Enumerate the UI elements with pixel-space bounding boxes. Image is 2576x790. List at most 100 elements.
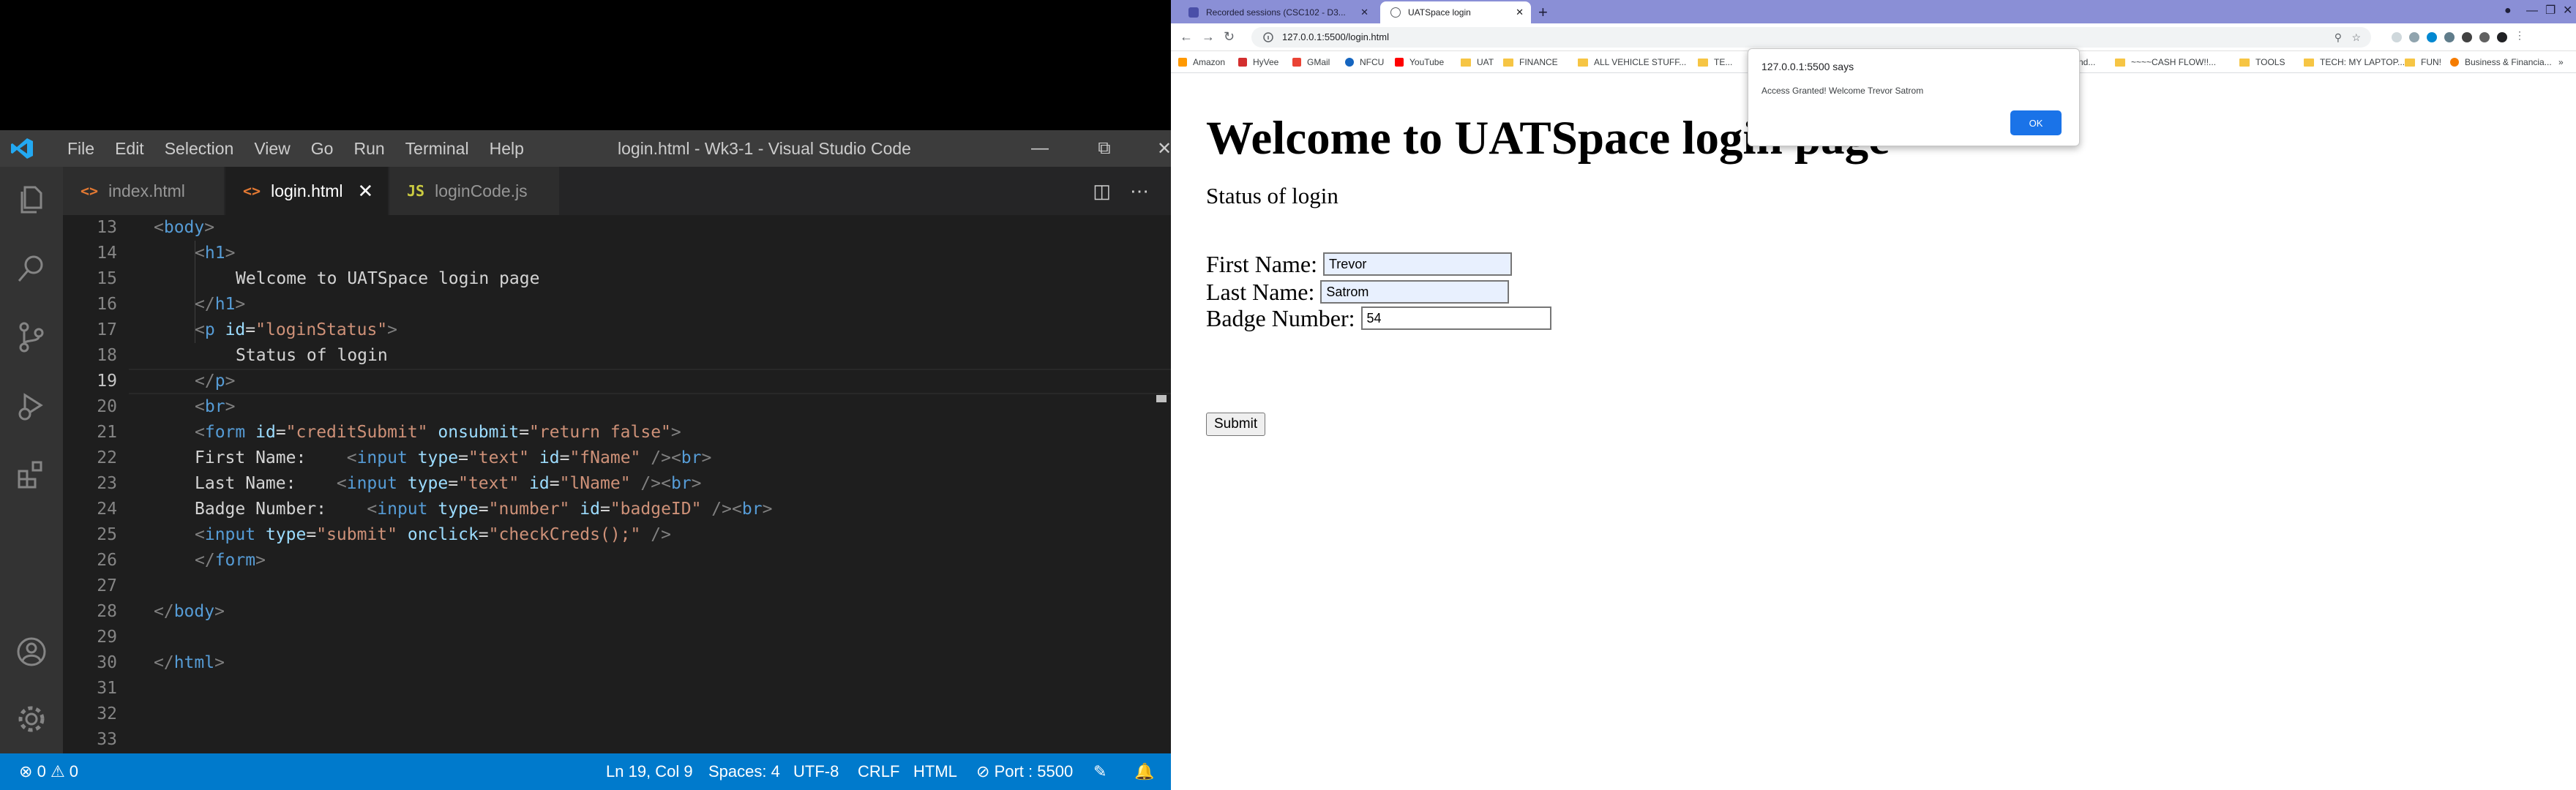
error-icon: ⊗ — [19, 762, 33, 780]
tab-index-html[interactable]: <> index.html — [63, 167, 224, 215]
last-name-input[interactable] — [1320, 280, 1510, 304]
tab-login-html[interactable]: <> login.html ✕ — [225, 167, 388, 215]
encoding[interactable]: UTF-8 — [793, 753, 839, 790]
minimize-icon[interactable]: — — [2526, 0, 2538, 23]
indentation[interactable]: Spaces: 4 — [708, 753, 780, 790]
bookmark-folder-finance[interactable]: FINANCE — [1503, 51, 1558, 73]
bookmark-youtube[interactable]: YouTube — [1395, 51, 1444, 73]
line-number: 26 — [97, 551, 117, 570]
line-number: 23 — [97, 474, 117, 493]
reload-icon[interactable]: ↻ — [1224, 29, 1235, 45]
hyvee-icon — [1238, 58, 1247, 67]
browser-tab-recorded-sessions[interactable]: Recorded sessions (CSC102 - D3... ✕ — [1178, 1, 1376, 23]
extension-icon[interactable] — [2392, 32, 2402, 42]
bookmark-folder-tech[interactable]: TECH: MY LAPTOP... — [2304, 51, 2405, 73]
chrome-window: Recorded sessions (CSC102 - D3... ✕ UATS… — [1171, 0, 2576, 790]
bookmark-folder-cashflow[interactable]: ~~~~CASH FLOW!!... — [2115, 51, 2216, 73]
source-control-icon[interactable] — [15, 320, 48, 354]
reading-list-icon[interactable] — [2479, 32, 2490, 42]
close-tab-icon[interactable]: ✕ — [1516, 7, 1524, 18]
accounts-icon[interactable] — [15, 635, 48, 669]
port-label: Port : 5500 — [994, 762, 1074, 780]
web-page-content: Welcome to UATSpace login page Status of… — [1171, 73, 2576, 790]
run-debug-icon[interactable] — [15, 389, 48, 423]
bell-icon[interactable]: 🔔 — [1134, 753, 1154, 790]
bookmark-amazon[interactable]: Amazon — [1178, 51, 1225, 73]
bookmark-folder-vehicle[interactable]: ALL VEHICLE STUFF... — [1578, 51, 1686, 73]
bookmark-folder-tools[interactable]: TOOLS — [2239, 51, 2285, 73]
menu-help[interactable]: Help — [479, 139, 534, 159]
menu-edit[interactable]: Edit — [105, 139, 154, 159]
menu-file[interactable]: File — [57, 139, 105, 159]
bookmark-nfcu[interactable]: NFCU — [1345, 51, 1384, 73]
restore-icon[interactable]: ❐ — [2545, 0, 2556, 23]
menu-run[interactable]: Run — [343, 139, 394, 159]
first-name-input[interactable] — [1322, 252, 1512, 276]
profile-icon[interactable]: ● — [2504, 0, 2519, 23]
menu-terminal[interactable]: Terminal — [395, 139, 479, 159]
problems-indicator[interactable]: ⊗ 0 ⚠ 0 — [19, 753, 78, 790]
line-number-gutter: 13 14 15 16 17 18 19 20 21 22 23 24 25 2… — [63, 215, 129, 753]
explorer-icon[interactable] — [15, 183, 48, 217]
extension-icon[interactable] — [2409, 32, 2419, 42]
forward-icon[interactable]: → — [1202, 29, 1215, 45]
url-text[interactable]: 127.0.0.1:5500/login.html — [1282, 27, 1389, 48]
menu-view[interactable]: View — [244, 139, 300, 159]
close-icon[interactable]: ✕ — [2563, 0, 2572, 23]
code-editor[interactable]: 13 14 15 16 17 18 19 20 21 22 23 24 25 2… — [63, 215, 1171, 753]
feedback-icon[interactable]: ✎ — [1093, 753, 1107, 790]
folder-icon — [1698, 58, 1708, 67]
bookmark-label: Amazon — [1193, 57, 1226, 67]
line-ending[interactable]: CRLF — [858, 753, 899, 790]
bookmark-business[interactable]: Business & Financia... — [2450, 51, 2552, 73]
warning-count: 0 — [69, 762, 79, 780]
bookmark-folder-uat[interactable]: UAT — [1461, 51, 1494, 73]
menu-go[interactable]: Go — [301, 139, 344, 159]
close-icon[interactable]: ✕ — [1139, 130, 1171, 167]
bookmark-star-icon[interactable]: ☆ — [2351, 31, 2361, 44]
back-icon[interactable]: ← — [1180, 29, 1193, 45]
language-mode[interactable]: HTML — [913, 753, 957, 790]
minimize-icon[interactable]: — — [1014, 130, 1066, 167]
badge-number-input[interactable] — [1360, 306, 1551, 330]
tab-logincode-js[interactable]: JS loginCode.js — [389, 167, 559, 215]
new-tab-icon[interactable]: + — [1538, 3, 1548, 22]
youtube-icon — [1395, 58, 1404, 67]
bookmark-folder-te[interactable]: TE... — [1698, 51, 1732, 73]
cursor-position[interactable]: Ln 19, Col 9 — [606, 753, 693, 790]
cloud-extension-icon[interactable] — [2427, 32, 2437, 42]
close-tab-icon[interactable]: ✕ — [1360, 7, 1368, 18]
bookmark-label: GMail — [1307, 57, 1330, 67]
split-editor-icon[interactable]: ◫ — [1093, 180, 1111, 203]
alert-dialog: 127.0.0.1:5500 says Access Granted! Welc… — [1748, 48, 2080, 146]
address-bar[interactable]: 127.0.0.1:5500/login.html ⚲ ☆ — [1251, 27, 2371, 48]
alert-ok-button[interactable]: OK — [2010, 110, 2062, 135]
menu-selection[interactable]: Selection — [154, 139, 244, 159]
extensions-icon[interactable] — [15, 458, 48, 492]
bookmark-folder-fun[interactable]: FUN! — [2405, 51, 2441, 73]
bookmark-label: YouTube — [1409, 57, 1445, 67]
avatar[interactable] — [2497, 32, 2507, 42]
line-number: 29 — [97, 628, 117, 647]
extension-icon[interactable] — [2444, 32, 2455, 42]
search-icon[interactable] — [15, 252, 48, 285]
more-actions-icon[interactable]: ⋯ — [1130, 180, 1149, 203]
html-file-icon: <> — [80, 182, 99, 200]
business-icon — [2450, 58, 2459, 67]
live-server-port[interactable]: ⊘ Port : 5500 — [976, 753, 1073, 790]
more-bookmarks-icon[interactable]: » — [2558, 51, 2564, 73]
activity-bar — [0, 167, 63, 753]
bookmark-gmail[interactable]: GMail — [1292, 51, 1330, 73]
bookmark-hyvee[interactable]: HyVee — [1238, 51, 1278, 73]
puzzle-extensions-icon[interactable] — [2462, 32, 2472, 42]
bookmark-label: HyVee — [1253, 57, 1279, 67]
close-tab-icon[interactable]: ✕ — [358, 180, 374, 203]
menu-kebab-icon[interactable]: ⋮ — [2515, 29, 2525, 41]
browser-tab-uatspace-login[interactable]: UATSpace login ✕ — [1380, 1, 1531, 23]
vscode-title-bar: File Edit Selection View Go Run Terminal… — [0, 130, 1171, 167]
scrollbar-thumb[interactable] — [1156, 395, 1167, 402]
submit-button[interactable]: Submit — [1206, 413, 1266, 436]
gear-icon[interactable] — [15, 702, 48, 736]
restore-icon[interactable]: ⧉ — [1079, 130, 1130, 167]
zoom-icon[interactable]: ⚲ — [2334, 31, 2342, 44]
